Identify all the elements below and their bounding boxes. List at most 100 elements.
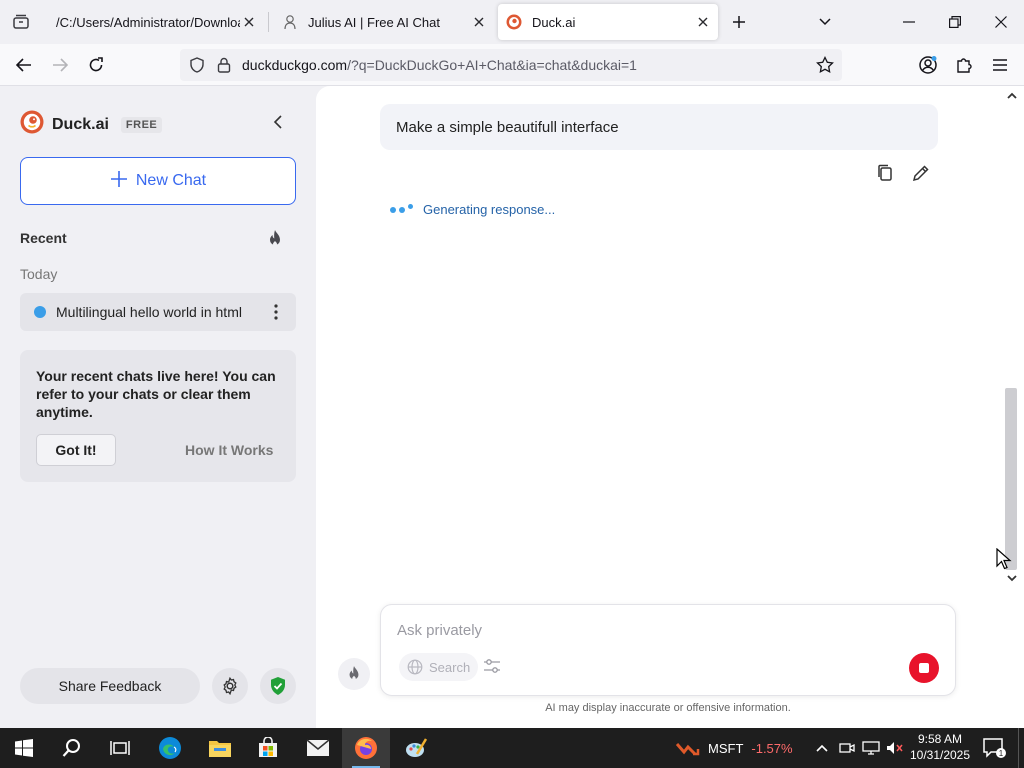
stock-ticker: MSFT [708, 740, 744, 756]
show-hidden-icons-chevron-icon[interactable] [810, 728, 834, 768]
url-bar[interactable]: duckduckgo.com/?q=DuckDuckGo+AI+Chat&ia=… [180, 49, 842, 81]
lock-icon[interactable] [217, 57, 231, 78]
show-desktop-button[interactable] [1018, 728, 1024, 768]
duckduckgo-favicon-icon [506, 14, 522, 30]
brand[interactable]: Duck.ai FREE [20, 110, 163, 139]
reload-icon[interactable] [79, 48, 113, 82]
tip-text: Your recent chats live here! You can ref… [36, 368, 276, 420]
meet-now-icon[interactable] [836, 728, 858, 768]
tab-julius[interactable]: Julius AI | Free AI Chat [272, 4, 494, 40]
windows-taskbar: MSFT -1.57% 9:58 AM 10/31/2025 1 [0, 728, 1024, 768]
mail-icon[interactable] [294, 728, 342, 768]
mouse-cursor-icon [996, 548, 1012, 570]
got-it-button[interactable]: Got It! [36, 434, 116, 466]
tab-strip: /C:/Users/Administrator/Downloads Julius… [0, 0, 1024, 44]
today-label: Today [20, 266, 58, 282]
generating-indicator: Generating response... [390, 202, 555, 217]
ask-input[interactable] [397, 619, 897, 641]
user-message: Make a simple beautifull interface [380, 104, 938, 150]
chat-item-label: Multilingual hello world in html [56, 304, 242, 320]
forward-arrow-icon[interactable] [43, 48, 77, 82]
tab-divider [268, 12, 269, 32]
disclaimer: AI may display inaccurate or offensive i… [545, 702, 791, 714]
options-sliders-icon[interactable] [483, 658, 503, 678]
close-icon[interactable] [240, 13, 258, 31]
plus-icon [110, 169, 128, 193]
network-icon[interactable] [860, 728, 882, 768]
sidebar: Duck.ai FREE New Chat Recent Today Multi… [0, 86, 316, 728]
scroll-up-chevron-icon[interactable] [1006, 90, 1018, 102]
hamburger-menu-icon[interactable] [983, 48, 1017, 82]
volume-muted-icon[interactable] [884, 728, 906, 768]
tab-label: /C:/Users/Administrator/Downloads [56, 14, 240, 30]
settings-gear-icon[interactable] [212, 668, 248, 704]
list-all-tabs-chevron-icon[interactable] [802, 0, 848, 44]
chat-indicator-dot [34, 306, 46, 318]
minimize-button[interactable] [886, 0, 932, 44]
restore-button[interactable] [932, 0, 978, 44]
recent-heading: Recent [20, 230, 67, 246]
url-text: duckduckgo.com/?q=DuckDuckGo+AI+Chat&ia=… [242, 57, 637, 73]
system-clock[interactable]: 9:58 AM 10/31/2025 [908, 731, 972, 763]
share-feedback-button[interactable]: Share Feedback [20, 668, 200, 704]
scroll-down-chevron-icon[interactable] [1006, 572, 1018, 584]
free-badge: FREE [120, 116, 163, 133]
scrollbar-thumb[interactable] [1005, 388, 1017, 570]
task-view-icon[interactable] [96, 728, 144, 768]
stock-change: -1.57% [751, 740, 793, 756]
privacy-shield-icon[interactable] [260, 668, 296, 704]
bookmark-star-icon[interactable] [816, 55, 834, 79]
more-options-icon[interactable] [266, 302, 286, 322]
edge-browser-icon[interactable] [146, 728, 194, 768]
stock-widget[interactable]: MSFT -1.57% [676, 728, 793, 768]
fire-burn-chat-icon[interactable] [338, 658, 370, 690]
file-explorer-icon[interactable] [196, 728, 244, 768]
tab-label: Julius AI | Free AI Chat [308, 14, 440, 30]
account-icon[interactable] [911, 48, 945, 82]
windows-start-icon[interactable] [0, 728, 48, 768]
recent-chat-item[interactable]: Multilingual hello world in html [20, 293, 296, 331]
microsoft-store-icon[interactable] [244, 728, 292, 768]
clock-date: 10/31/2025 [909, 748, 971, 762]
firefox-icon[interactable] [342, 728, 390, 768]
duckduckgo-logo-icon [20, 110, 44, 139]
tab-list-icon[interactable] [0, 0, 42, 44]
stop-icon [919, 663, 929, 673]
tracking-protection-shield-icon[interactable] [189, 57, 205, 78]
loading-dots-icon [390, 204, 413, 213]
stop-generating-button[interactable] [909, 653, 939, 683]
close-icon[interactable] [470, 13, 488, 31]
search-icon[interactable] [48, 728, 96, 768]
generating-status: Generating response... [423, 202, 556, 217]
recent-chats-tip: Your recent chats live here! You can ref… [20, 350, 296, 482]
edit-pencil-icon[interactable] [910, 162, 932, 184]
stock-trend-icon [676, 743, 700, 756]
message-composer: Search [380, 604, 956, 696]
url-path: /?q=DuckDuckGo+AI+Chat&ia=chat&duckai=1 [347, 57, 637, 73]
brand-name: Duck.ai [52, 115, 109, 133]
search-label: Search [429, 659, 471, 675]
globe-icon [407, 659, 423, 675]
collapse-sidebar-chevron-icon[interactable] [268, 112, 288, 132]
notifications-icon[interactable]: 1 [980, 734, 1008, 762]
chat-scrollbar[interactable] [1002, 86, 1020, 586]
navigation-bar: duckduckgo.com/?q=DuckDuckGo+AI+Chat&ia=… [0, 44, 1024, 86]
copy-icon[interactable] [874, 162, 896, 184]
new-chat-label: New Chat [135, 172, 207, 189]
new-tab-button[interactable] [716, 0, 762, 44]
how-it-works-link[interactable]: How It Works [185, 442, 273, 458]
notification-count: 1 [999, 749, 1004, 758]
close-window-button[interactable] [978, 0, 1024, 44]
close-icon[interactable] [694, 13, 712, 31]
julius-favicon-icon [282, 14, 298, 30]
tab-downloads[interactable]: /C:/Users/Administrator/Downloads [44, 4, 264, 40]
chat-main: Make a simple beautifull interface Gener… [316, 86, 1024, 728]
back-arrow-icon[interactable] [7, 48, 41, 82]
extensions-puzzle-icon[interactable] [947, 48, 981, 82]
web-search-toggle[interactable]: Search [399, 653, 479, 681]
tab-label: Duck.ai [532, 14, 576, 30]
new-chat-button[interactable]: New Chat [20, 157, 296, 205]
paint-app-icon[interactable] [392, 728, 440, 768]
fire-clear-chats-icon[interactable] [266, 229, 286, 249]
tab-duck-ai[interactable]: Duck.ai [498, 4, 718, 40]
